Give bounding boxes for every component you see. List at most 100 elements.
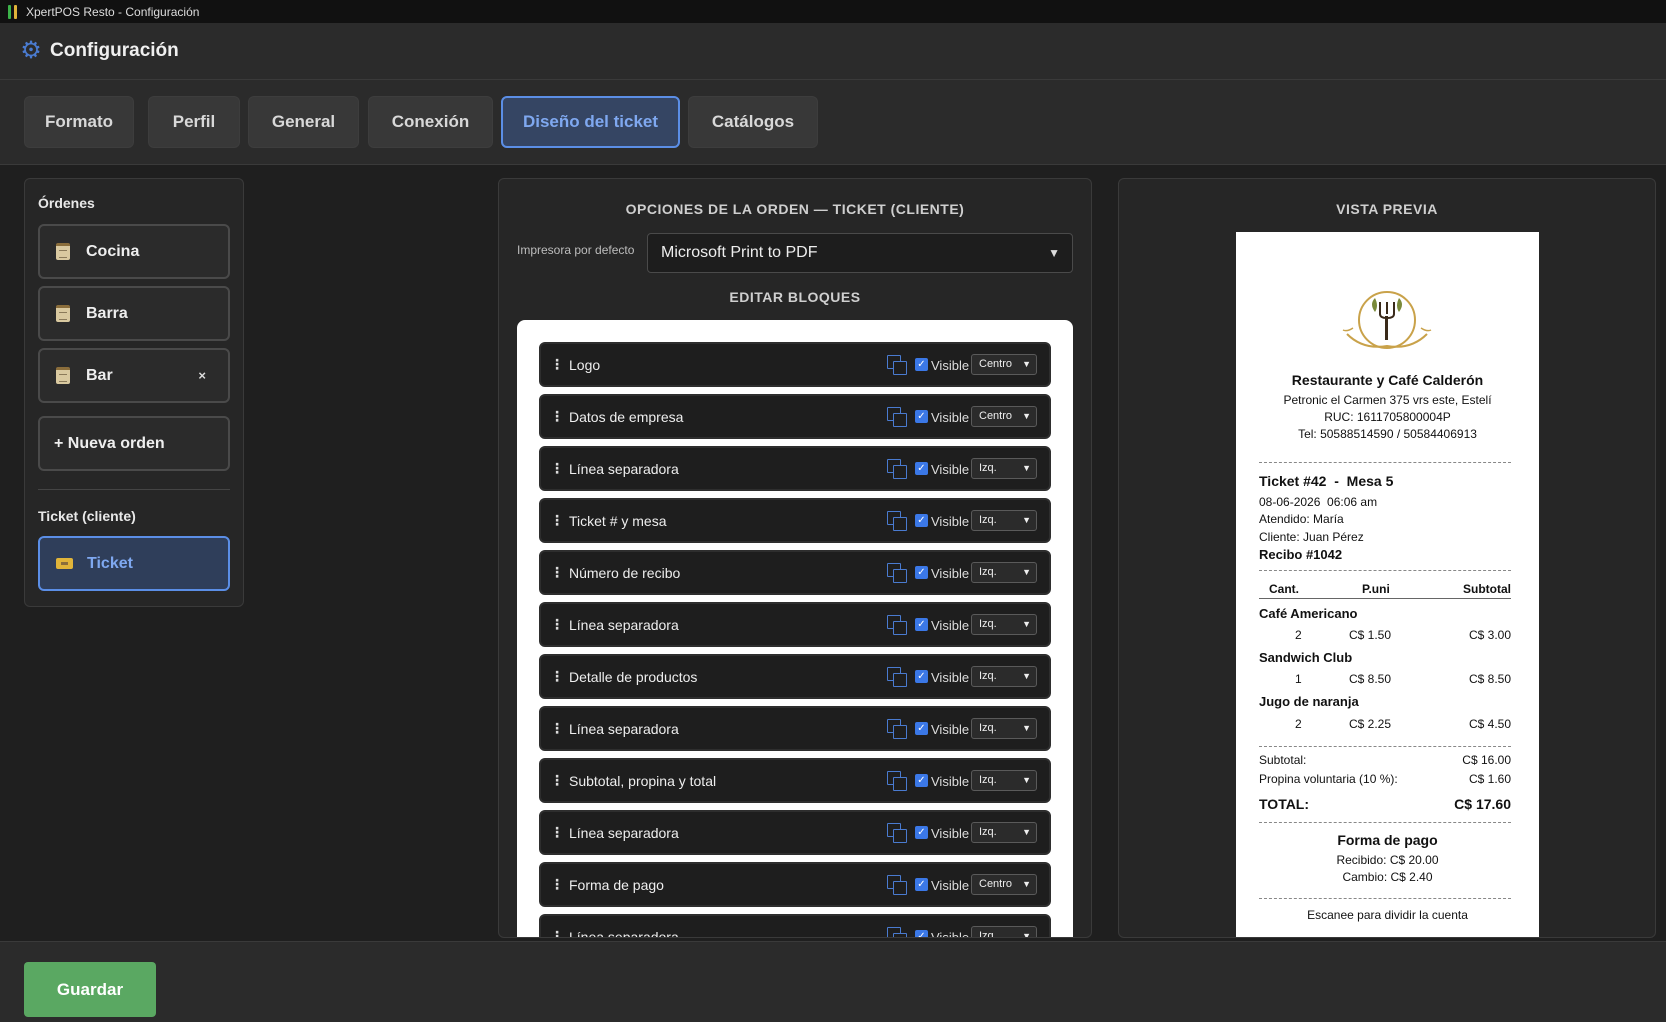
printer-label: Impresora por defecto: [517, 243, 635, 257]
duplicate-icon[interactable]: [885, 406, 907, 428]
item-unit: C$ 2.25: [1349, 717, 1392, 731]
duplicate-icon[interactable]: [885, 458, 907, 480]
visible-label: Visible: [931, 566, 970, 581]
visible-checkbox[interactable]: ✓: [915, 878, 928, 891]
duplicate-icon[interactable]: [885, 874, 907, 896]
duplicate-icon[interactable]: [885, 718, 907, 740]
drag-handle-icon[interactable]: ⋮: [547, 720, 567, 737]
order-item-label: Barra: [86, 304, 128, 322]
drag-handle-icon[interactable]: ⋮: [547, 772, 567, 789]
duplicate-icon[interactable]: [885, 614, 907, 636]
visible-checkbox[interactable]: ✓: [915, 462, 928, 475]
block-row[interactable]: ⋮ Logo ✓ Visible Centro ▼: [539, 342, 1051, 387]
order-item-barra[interactable]: Barra: [38, 286, 230, 341]
order-item-bar[interactable]: Bar ×: [38, 348, 230, 403]
duplicate-icon[interactable]: [885, 354, 907, 376]
separator-line: [1259, 746, 1511, 747]
close-icon[interactable]: ×: [198, 368, 206, 383]
align-select[interactable]: Izq. ▼: [971, 770, 1037, 791]
visible-checkbox[interactable]: ✓: [915, 358, 928, 371]
subtotal-label: Subtotal:: [1259, 753, 1307, 767]
align-value: Izq.: [979, 722, 997, 734]
block-row[interactable]: ⋮ Ticket # y mesa ✓ Visible Izq. ▼: [539, 498, 1051, 543]
separator-line: [1259, 570, 1511, 571]
block-row[interactable]: ⋮ Subtotal, propina y total ✓ Visible Iz…: [539, 758, 1051, 803]
block-row[interactable]: ⋮ Línea separadora ✓ Visible Izq. ▼: [539, 810, 1051, 855]
app-fork-icon: [6, 4, 20, 20]
drag-handle-icon[interactable]: ⋮: [547, 512, 567, 529]
align-select[interactable]: Izq. ▼: [971, 718, 1037, 739]
duplicate-icon[interactable]: [885, 770, 907, 792]
align-select[interactable]: Izq. ▼: [971, 822, 1037, 843]
visible-checkbox[interactable]: ✓: [915, 566, 928, 579]
item-name: Sandwich Club: [1259, 650, 1353, 665]
tab-conexion[interactable]: Conexión: [368, 96, 493, 148]
align-select[interactable]: Izq. ▼: [971, 562, 1037, 583]
block-row[interactable]: ⋮ Datos de empresa ✓ Visible Centro ▼: [539, 394, 1051, 439]
tab-diseno-ticket[interactable]: Diseño del ticket: [501, 96, 680, 148]
order-item-cocina[interactable]: Cocina: [38, 224, 230, 279]
align-select[interactable]: Izq. ▼: [971, 666, 1037, 687]
block-row[interactable]: ⋮ Detalle de productos ✓ Visible Izq. ▼: [539, 654, 1051, 699]
align-select[interactable]: Centro ▼: [971, 354, 1037, 375]
align-select[interactable]: Izq. ▼: [971, 614, 1037, 635]
drag-handle-icon[interactable]: ⋮: [547, 460, 567, 477]
tab-general[interactable]: General: [248, 96, 359, 148]
drag-handle-icon[interactable]: ⋮: [547, 928, 567, 937]
align-select[interactable]: Izq. ▼: [971, 510, 1037, 531]
duplicate-icon[interactable]: [885, 666, 907, 688]
item-subtotal: C$ 8.50: [1468, 672, 1511, 686]
visible-checkbox[interactable]: ✓: [915, 410, 928, 423]
drag-handle-icon[interactable]: ⋮: [547, 616, 567, 633]
new-order-button[interactable]: + Nueva orden: [38, 416, 230, 471]
visible-checkbox[interactable]: ✓: [915, 774, 928, 787]
tab-catalogos[interactable]: Catálogos: [688, 96, 818, 148]
align-value: Centro: [979, 410, 1013, 422]
col-unit: P.uni: [1362, 582, 1390, 596]
drag-handle-icon[interactable]: ⋮: [547, 876, 567, 893]
visible-checkbox[interactable]: ✓: [915, 618, 928, 631]
company-name: Restaurante y Café Calderón: [1291, 372, 1484, 388]
duplicate-icon[interactable]: [885, 822, 907, 844]
duplicate-icon[interactable]: [885, 510, 907, 532]
item-subtotal: C$ 3.00: [1468, 628, 1511, 642]
ticket-icon: [56, 558, 73, 569]
visible-checkbox[interactable]: ✓: [915, 722, 928, 735]
align-select[interactable]: Centro ▼: [971, 406, 1037, 427]
ticket-item[interactable]: Ticket: [38, 536, 230, 591]
order-item-label: Bar: [86, 366, 113, 384]
block-row[interactable]: ⋮ Número de recibo ✓ Visible Izq. ▼: [539, 550, 1051, 595]
align-value: Centro: [979, 878, 1013, 890]
tab-perfil[interactable]: Perfil: [148, 96, 240, 148]
col-subtotal: Subtotal: [1463, 582, 1511, 596]
duplicate-icon[interactable]: [885, 562, 907, 584]
drag-handle-icon[interactable]: ⋮: [547, 824, 567, 841]
separator-line: [1259, 462, 1511, 463]
chevron-down-icon: ▼: [1022, 723, 1031, 733]
drag-handle-icon[interactable]: ⋮: [547, 356, 567, 373]
drag-handle-icon[interactable]: ⋮: [547, 668, 567, 685]
drag-handle-icon[interactable]: ⋮: [547, 564, 567, 581]
align-select[interactable]: Izq. ▼: [971, 926, 1037, 937]
block-row[interactable]: ⋮ Línea separadora ✓ Visible Izq. ▼: [539, 914, 1051, 937]
item-qty: 2: [1295, 628, 1302, 642]
visible-checkbox[interactable]: ✓: [915, 670, 928, 683]
align-select[interactable]: Izq. ▼: [971, 458, 1037, 479]
block-row[interactable]: ⋮ Línea separadora ✓ Visible Izq. ▼: [539, 706, 1051, 751]
visible-checkbox[interactable]: ✓: [915, 930, 928, 937]
visible-checkbox[interactable]: ✓: [915, 514, 928, 527]
block-row[interactable]: ⋮ Línea separadora ✓ Visible Izq. ▼: [539, 446, 1051, 491]
save-button[interactable]: Guardar: [24, 962, 156, 1017]
chevron-down-icon: ▼: [1022, 411, 1031, 421]
align-select[interactable]: Centro ▼: [971, 874, 1037, 895]
tab-formato[interactable]: Formato: [24, 96, 134, 148]
printer-select[interactable]: Microsoft Print to PDF ▼: [647, 233, 1073, 273]
drag-handle-icon[interactable]: ⋮: [547, 408, 567, 425]
block-row[interactable]: ⋮ Forma de pago ✓ Visible Centro ▼: [539, 862, 1051, 907]
visible-checkbox[interactable]: ✓: [915, 826, 928, 839]
visible-label: Visible: [931, 618, 970, 633]
sidebar-divider: [38, 489, 230, 490]
page-header: ⚙ Configuración: [0, 23, 1666, 80]
block-row[interactable]: ⋮ Línea separadora ✓ Visible Izq. ▼: [539, 602, 1051, 647]
duplicate-icon[interactable]: [885, 926, 907, 937]
